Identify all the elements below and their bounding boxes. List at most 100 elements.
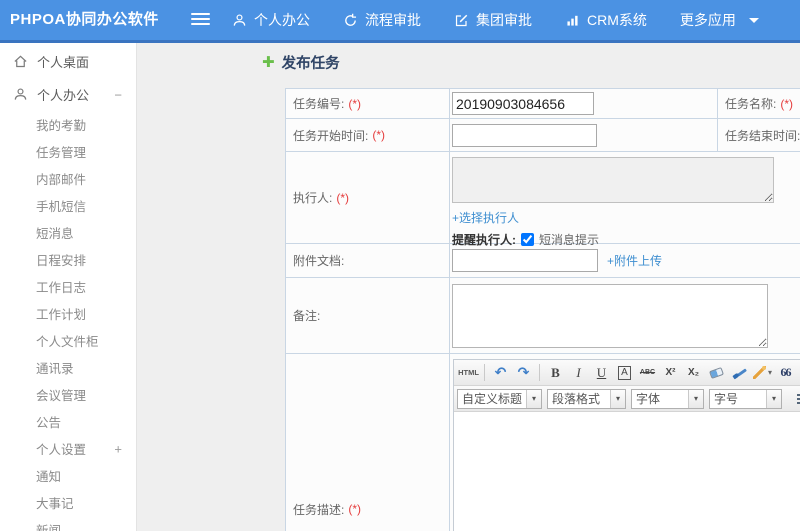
undo-icon-glyph: ↶ [494,364,507,380]
chart-icon [565,13,580,28]
font-size-select-value: 字号 [714,392,739,406]
sidebar-item-contacts[interactable]: 通讯录 [0,354,136,381]
menu-crm-system[interactable]: CRM系统 [565,0,647,40]
sidebar-item-memorabilia[interactable]: 大事记 [0,489,136,516]
description-label: 任务描述: [293,502,345,517]
form-row-task-time: 任务开始时间: (*) 任务结束时间: (*) [286,119,800,152]
magic-wand-icon[interactable]: ▾ [752,362,773,383]
font-size-select[interactable]: 字号 ▾ [709,388,783,409]
sidebar-item-work-plan[interactable]: 工作计划 [0,300,136,327]
start-time-input[interactable] [452,123,597,147]
blockquote-button-glyph: 66 [780,365,792,379]
italic-button[interactable]: I [568,362,589,383]
toolbar-separator [539,364,540,381]
italic-button-glyph: I [576,364,581,380]
blockquote-button[interactable]: 66 [775,362,796,383]
sidebar-item-short-message[interactable]: 短消息 [0,219,136,246]
user-icon [13,87,28,102]
rich-text-editor: HTML↶↷BIUAABCX²X₂▾66A▾ 自定义标题▾段落格式▾字体▾字号▾ [453,359,800,531]
sidebar-item-label: 内部邮件 [36,173,87,187]
sidebar-item-my-attendance[interactable]: 我的考勤 [0,111,136,138]
font-border-button[interactable]: A [614,362,635,383]
paragraph-format-select[interactable]: 段落格式 ▾ [547,388,627,409]
menu-more-apps[interactable]: 更多应用 [680,0,759,40]
form-row-remark: 备注: [286,278,800,354]
subscript-button[interactable]: X₂ [683,362,704,383]
eraser-icon[interactable] [706,362,727,383]
sidebar-item-mobile-sms[interactable]: 手机短信 [0,192,136,219]
sidebar-item-meeting-management[interactable]: 会议管理 [0,381,136,408]
sidebar-item-label: 我的考勤 [36,119,87,133]
expand-icon[interactable]: + [114,441,122,456]
page-title: ✚ 发布任务 [262,52,340,73]
sidebar-item-announcement[interactable]: 公告 [0,408,136,435]
caret-down-icon: ▾ [688,389,704,408]
task-name-label: 任务名称: [725,97,777,111]
menu-group-approval[interactable]: 集团审批 [454,0,532,40]
topbar: PHPOA协同办公软件 个人办公 流程审批 集团审批 CRM系统 更多应用 [0,0,800,43]
sidebar-item-internal-mail[interactable]: 内部邮件 [0,165,136,192]
superscript-button[interactable]: X² [660,362,681,383]
form-row-task-number: 任务编号: (*) 任务名称: (*) [286,89,800,119]
sidebar-item-notification[interactable]: 通知 [0,462,136,489]
top-menu-label: CRM系统 [587,12,647,28]
executor-textarea[interactable] [452,157,774,203]
custom-title-select-value: 自定义标题 [462,392,523,406]
top-menu: 个人办公 流程审批 集团审批 CRM系统 更多应用 [232,0,759,40]
sidebar-item-personal-office[interactable]: 个人办公 − [0,78,136,111]
redo-icon[interactable]: ↷ [513,362,534,383]
menu-personal-office[interactable]: 个人办公 [232,0,310,40]
sidebar-item-label: 新闻 [36,524,62,531]
bold-button[interactable]: B [545,362,566,383]
eraser-icon [709,366,724,379]
phpoa-app: PHPOA协同办公软件 个人办公 流程审批 集团审批 CRM系统 更多应用 个人桌面 个人… [0,0,800,531]
custom-title-select[interactable]: 自定义标题 ▾ [457,388,543,409]
sidebar-item-personal-settings[interactable]: 个人设置 + [0,435,136,462]
attachment-input[interactable] [452,249,598,272]
toolbar-separator [484,364,485,381]
task-number-input[interactable] [452,92,594,115]
choose-executor-link[interactable]: +选择执行人 [452,211,519,225]
sidebar-item-label: 短消息 [36,227,74,241]
form-row-attachment: 附件文档: +附件上传 [286,244,800,278]
underline-button-glyph: U [596,364,607,380]
sidebar-item-news[interactable]: 新闻 [0,516,136,531]
required-mark: (*) [348,96,362,111]
sidebar-item-task-management[interactable]: 任务管理 [0,138,136,165]
add-icon: ✚ [262,54,275,71]
sidebar-item-label: 工作计划 [36,308,87,322]
attachment-upload-link[interactable]: +附件上传 [607,252,662,269]
top-menu-label: 流程审批 [365,12,421,28]
editor-content-area[interactable] [454,412,800,531]
sidebar-item-label: 公告 [36,416,62,430]
collapse-icon[interactable]: − [114,87,122,102]
app-logo[interactable]: PHPOA协同办公软件 [10,0,159,40]
html-source-button[interactable]: HTML [458,362,479,383]
remark-label: 备注: [293,309,321,323]
sidebar-item-label: 个人办公 [37,88,90,103]
superscript-button-glyph: X² [665,367,676,378]
sidebar-item-label: 个人桌面 [37,55,90,70]
sidebar-item-label: 通讯录 [36,362,74,376]
font-family-select[interactable]: 字体 ▾ [631,388,705,409]
sidebar-item-personal-file-cabinet[interactable]: 个人文件柜 [0,327,136,354]
top-menu-label: 更多应用 [679,12,736,28]
underline-button[interactable]: U [591,362,612,383]
sidebar-item-label: 工作日志 [36,281,87,295]
end-time-label: 任务结束时间: [725,128,800,143]
sidebar: 个人桌面个人办公 − 我的考勤任务管理内部邮件手机短信短消息日程安排工作日志工作计划… [0,43,137,531]
sidebar-item-schedule[interactable]: 日程安排 [0,246,136,273]
sidebar-item-label: 通知 [36,470,62,484]
brush-icon[interactable] [729,362,750,383]
sidebar-item-personal-desktop[interactable]: 个人桌面 [0,45,136,78]
strikethrough-button[interactable]: ABC [637,362,658,383]
caret-down-icon: ▾ [610,389,626,408]
task-number-label: 任务编号: [293,97,345,111]
strikethrough-button-glyph: ABC [639,369,656,376]
menu-process-approval[interactable]: 流程审批 [343,0,421,40]
undo-icon[interactable]: ↶ [490,362,511,383]
menu-toggle-icon[interactable] [191,13,210,27]
sidebar-item-work-log[interactable]: 工作日志 [0,273,136,300]
remark-textarea[interactable] [452,284,768,348]
font-border-button-glyph: A [618,365,631,380]
